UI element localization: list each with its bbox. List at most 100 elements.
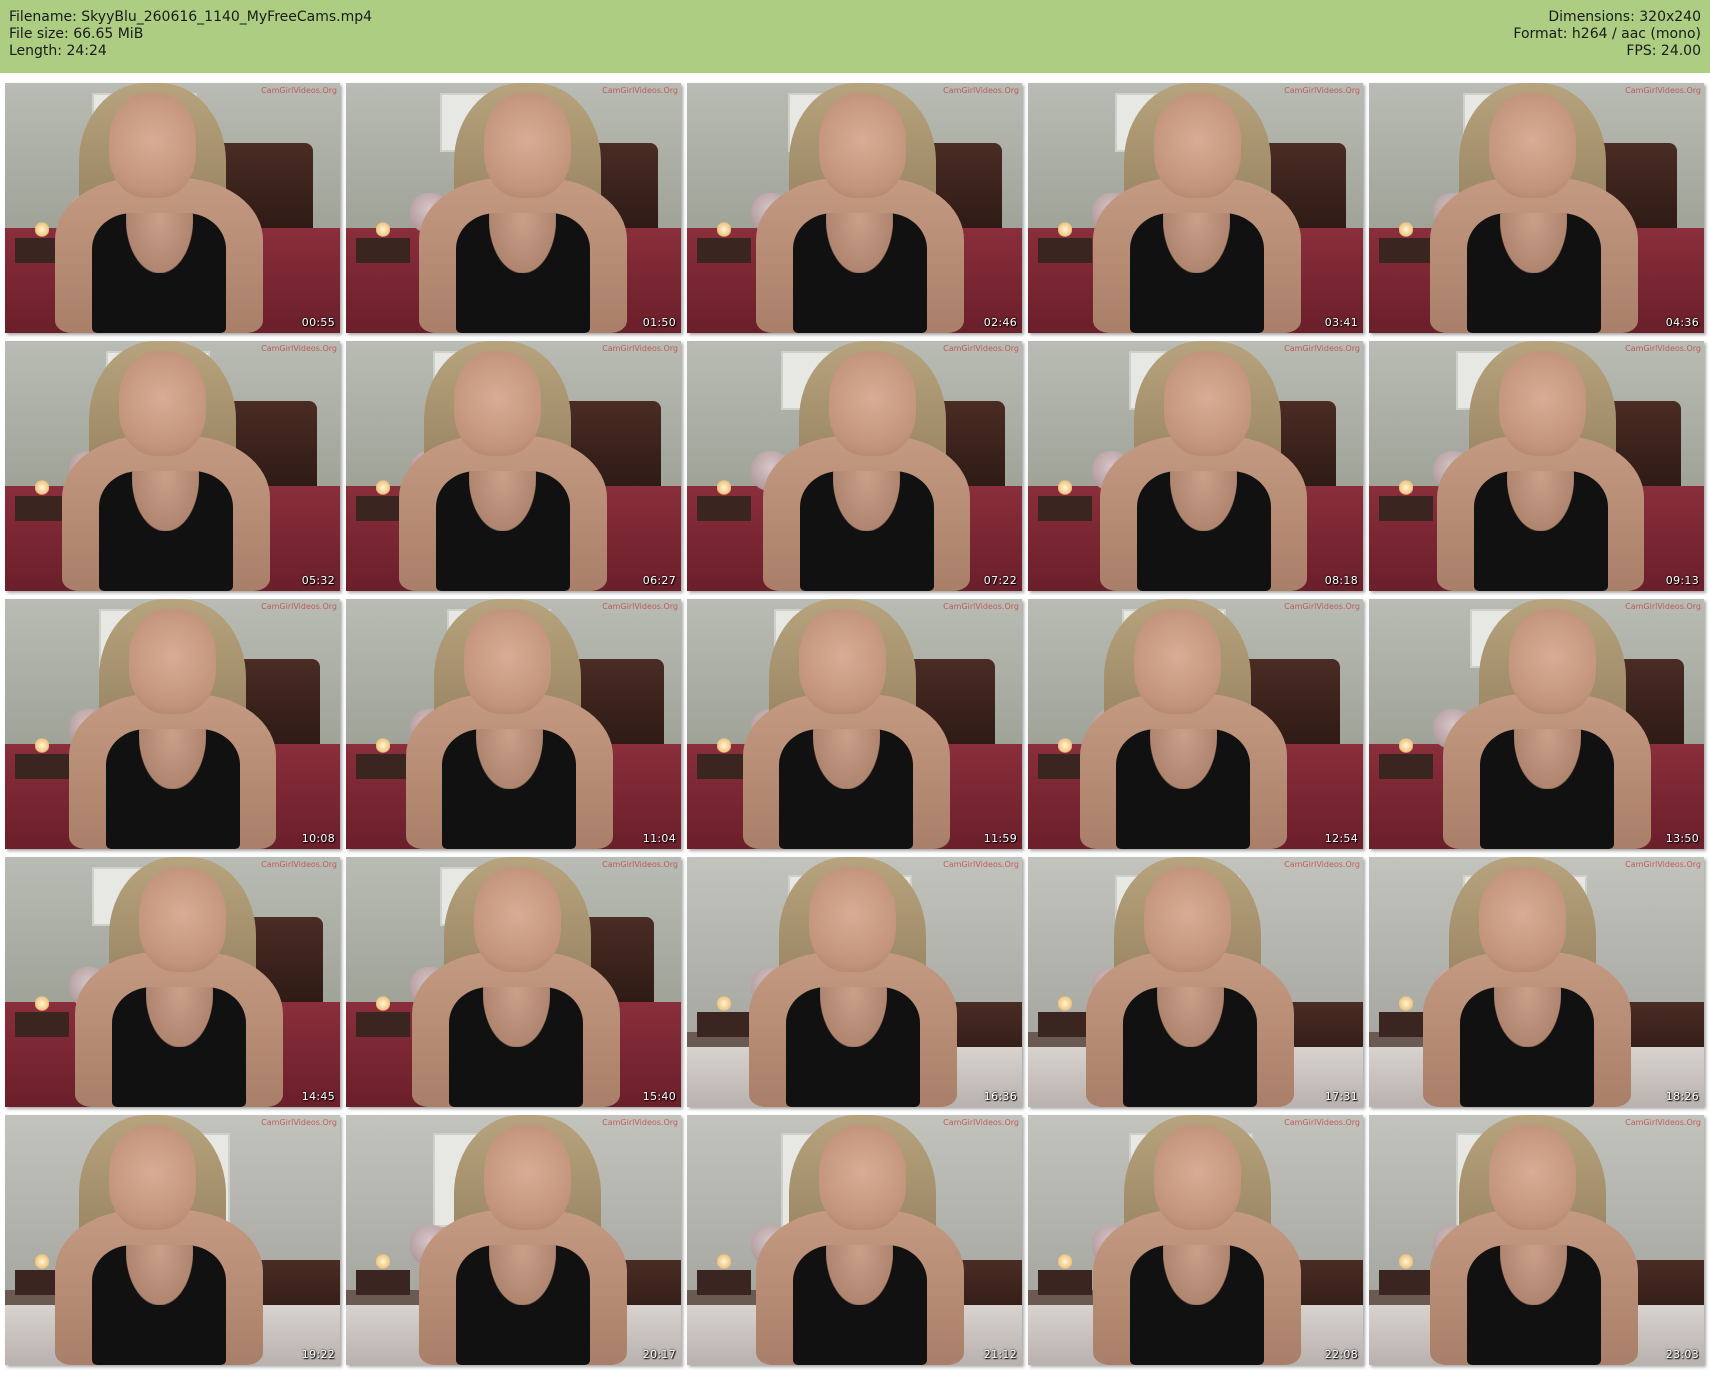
watermark-label: CamGirlVideos.Org [1284, 86, 1360, 95]
timestamp-label: 04:36 [1665, 316, 1699, 329]
timestamp-label: 10:08 [301, 832, 335, 845]
person-face [108, 93, 196, 198]
video-thumbnail[interactable]: CamGirlVideos.Org 15:40 [346, 857, 681, 1107]
video-thumbnail[interactable]: CamGirlVideos.Org 11:59 [687, 599, 1022, 849]
person-face [1164, 351, 1252, 456]
scene-nightstand [1038, 1270, 1092, 1295]
watermark-label: CamGirlVideos.Org [1625, 860, 1701, 869]
timestamp-label: 18:26 [1665, 1090, 1699, 1103]
video-thumbnail[interactable]: CamGirlVideos.Org 09:13 [1369, 341, 1704, 591]
watermark-label: CamGirlVideos.Org [261, 602, 337, 611]
video-thumbnail[interactable]: CamGirlVideos.Org 02:46 [687, 83, 1022, 333]
person-chest [1500, 213, 1568, 273]
timestamp-label: 13:50 [1665, 832, 1699, 845]
person-chest [1163, 213, 1231, 273]
person-chest [1163, 1245, 1231, 1305]
timestamp-label: 12:54 [1324, 832, 1358, 845]
video-thumbnail[interactable]: CamGirlVideos.Org 04:36 [1369, 83, 1704, 333]
person-face [139, 867, 227, 972]
person-chest [1156, 987, 1224, 1047]
watermark-label: CamGirlVideos.Org [261, 1118, 337, 1127]
scene-nightstand [15, 1012, 69, 1037]
video-thumbnail[interactable]: CamGirlVideos.Org 20:17 [346, 1115, 681, 1365]
person-chest [125, 1245, 193, 1305]
person-face [1509, 609, 1597, 714]
watermark-label: CamGirlVideos.Org [1284, 1118, 1360, 1127]
person-face [1143, 867, 1231, 972]
video-thumbnail[interactable]: CamGirlVideos.Org 01:50 [346, 83, 681, 333]
scene-nightstand [1038, 1012, 1092, 1037]
timestamp-label: 09:13 [1665, 574, 1699, 587]
scene-nightstand [1038, 496, 1092, 521]
timestamp-label: 14:45 [301, 1090, 335, 1103]
timestamp-label: 21:12 [983, 1348, 1017, 1361]
video-thumbnail[interactable]: CamGirlVideos.Org 22:08 [1028, 1115, 1363, 1365]
scene-nightstand [356, 1270, 410, 1295]
length-label: Length: 24:24 [9, 43, 107, 59]
scene-candle [1058, 1252, 1072, 1270]
watermark-label: CamGirlVideos.Org [602, 86, 678, 95]
person-chest [482, 987, 550, 1047]
watermark-label: CamGirlVideos.Org [943, 860, 1019, 869]
watermark-label: CamGirlVideos.Org [602, 860, 678, 869]
watermark-label: CamGirlVideos.Org [261, 86, 337, 95]
video-thumbnail[interactable]: CamGirlVideos.Org 08:18 [1028, 341, 1363, 591]
fps-label: FPS: 24.00 [1626, 43, 1701, 59]
watermark-label: CamGirlVideos.Org [1284, 344, 1360, 353]
person-face [118, 351, 206, 456]
scene-nightstand [15, 754, 69, 779]
scene-candle [376, 736, 390, 754]
watermark-label: CamGirlVideos.Org [261, 344, 337, 353]
video-thumbnail[interactable]: CamGirlVideos.Org 14:45 [5, 857, 340, 1107]
person-face [453, 351, 541, 456]
scene-nightstand [356, 238, 410, 263]
video-thumbnail[interactable]: CamGirlVideos.Org 11:04 [346, 599, 681, 849]
file-info-right: Dimensions: 320x240 Format: h264 / aac (… [1513, 9, 1701, 60]
person-chest [833, 471, 901, 531]
video-thumbnail[interactable]: CamGirlVideos.Org 03:41 [1028, 83, 1363, 333]
scene-nightstand [697, 496, 751, 521]
watermark-label: CamGirlVideos.Org [1284, 860, 1360, 869]
video-thumbnail[interactable]: CamGirlVideos.Org 10:08 [5, 599, 340, 849]
video-thumbnail[interactable]: CamGirlVideos.Org 19:22 [5, 1115, 340, 1365]
scene-nightstand [1379, 754, 1433, 779]
person-chest [139, 729, 206, 789]
person-face [484, 93, 572, 198]
video-thumbnail[interactable]: CamGirlVideos.Org 00:55 [5, 83, 340, 333]
video-thumbnail[interactable]: CamGirlVideos.Org 16:36 [687, 857, 1022, 1107]
person-face [128, 609, 217, 714]
timestamp-label: 11:59 [983, 832, 1017, 845]
person-chest [826, 213, 894, 273]
scene-candle [1058, 478, 1072, 496]
person-chest [145, 987, 213, 1047]
video-thumbnail[interactable]: CamGirlVideos.Org 23:03 [1369, 1115, 1704, 1365]
scene-candle [376, 1252, 390, 1270]
video-thumbnail[interactable]: CamGirlVideos.Org 07:22 [687, 341, 1022, 591]
video-thumbnail[interactable]: CamGirlVideos.Org 12:54 [1028, 599, 1363, 849]
watermark-label: CamGirlVideos.Org [1625, 344, 1701, 353]
watermark-label: CamGirlVideos.Org [943, 602, 1019, 611]
video-thumbnail[interactable]: CamGirlVideos.Org 13:50 [1369, 599, 1704, 849]
scene-candle [35, 1252, 49, 1270]
watermark-label: CamGirlVideos.Org [1284, 602, 1360, 611]
video-thumbnail[interactable]: CamGirlVideos.Org 06:27 [346, 341, 681, 591]
scene-nightstand [15, 496, 69, 521]
scene-candle [376, 478, 390, 496]
video-thumbnail[interactable]: CamGirlVideos.Org 17:31 [1028, 857, 1363, 1107]
timestamp-label: 05:32 [301, 574, 335, 587]
person-face [829, 351, 917, 456]
timestamp-label: 16:36 [983, 1090, 1017, 1103]
video-thumbnail[interactable]: CamGirlVideos.Org 18:26 [1369, 857, 1704, 1107]
person-face [1133, 609, 1221, 714]
timestamp-label: 07:22 [983, 574, 1017, 587]
video-thumbnail[interactable]: CamGirlVideos.Org 05:32 [5, 341, 340, 591]
person-chest [812, 729, 880, 789]
scene-nightstand [1379, 238, 1433, 263]
person-face [818, 1125, 907, 1230]
scene-candle [1399, 736, 1413, 754]
scene-candle [35, 220, 49, 238]
scene-nightstand [697, 1012, 751, 1037]
person-chest [826, 1245, 894, 1305]
video-thumbnail[interactable]: CamGirlVideos.Org 21:12 [687, 1115, 1022, 1365]
watermark-label: CamGirlVideos.Org [1625, 1118, 1701, 1127]
